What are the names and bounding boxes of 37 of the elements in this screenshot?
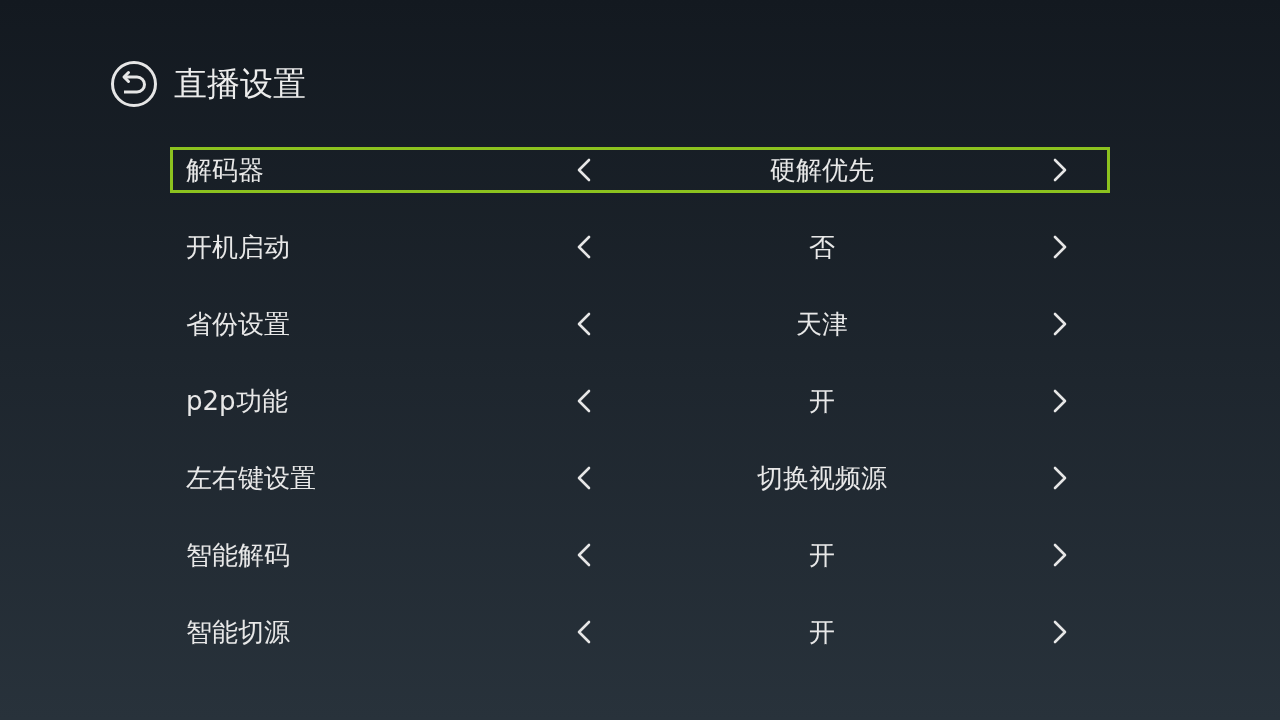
- setting-label: 智能切源: [185, 616, 290, 649]
- setting-label: 智能解码: [185, 539, 290, 572]
- chevron-left-icon: [575, 389, 593, 413]
- setting-row[interactable]: 省份设置 天津: [170, 301, 1110, 347]
- back-icon[interactable]: [110, 60, 158, 108]
- setting-row[interactable]: 智能解码 开: [170, 532, 1110, 578]
- chevron-right-icon: [1051, 158, 1069, 182]
- setting-row[interactable]: p2p功能 开: [170, 378, 1110, 424]
- setting-row[interactable]: 智能切源 开: [170, 609, 1110, 655]
- chevron-right-icon: [1051, 620, 1069, 644]
- setting-value: 硬解优先: [770, 154, 874, 187]
- setting-value: 切换视频源: [757, 462, 887, 495]
- chevron-right-icon: [1051, 235, 1069, 259]
- chevron-left-icon: [575, 466, 593, 490]
- setting-value: 开: [809, 385, 835, 418]
- setting-label: 左右键设置: [185, 462, 316, 495]
- setting-row[interactable]: 开机启动 否: [170, 224, 1110, 270]
- setting-value: 否: [809, 231, 835, 264]
- chevron-left-icon: [575, 543, 593, 567]
- setting-label: 开机启动: [185, 231, 290, 264]
- chevron-left-icon: [575, 312, 593, 336]
- setting-value: 开: [809, 616, 835, 649]
- setting-row[interactable]: 左右键设置 切换视频源: [170, 455, 1110, 501]
- chevron-right-icon: [1051, 543, 1069, 567]
- chevron-left-icon: [575, 158, 593, 182]
- setting-row[interactable]: 解码器 硬解优先: [170, 147, 1110, 193]
- chevron-right-icon: [1051, 466, 1069, 490]
- setting-label: 省份设置: [185, 308, 290, 341]
- chevron-right-icon: [1051, 389, 1069, 413]
- chevron-left-icon: [575, 235, 593, 259]
- chevron-left-icon: [575, 620, 593, 644]
- setting-value: 开: [809, 539, 835, 572]
- page-title: 直播设置: [174, 63, 306, 105]
- setting-value: 天津: [796, 308, 848, 341]
- setting-label: 解码器: [185, 154, 264, 187]
- chevron-right-icon: [1051, 312, 1069, 336]
- setting-label: p2p功能: [185, 385, 288, 418]
